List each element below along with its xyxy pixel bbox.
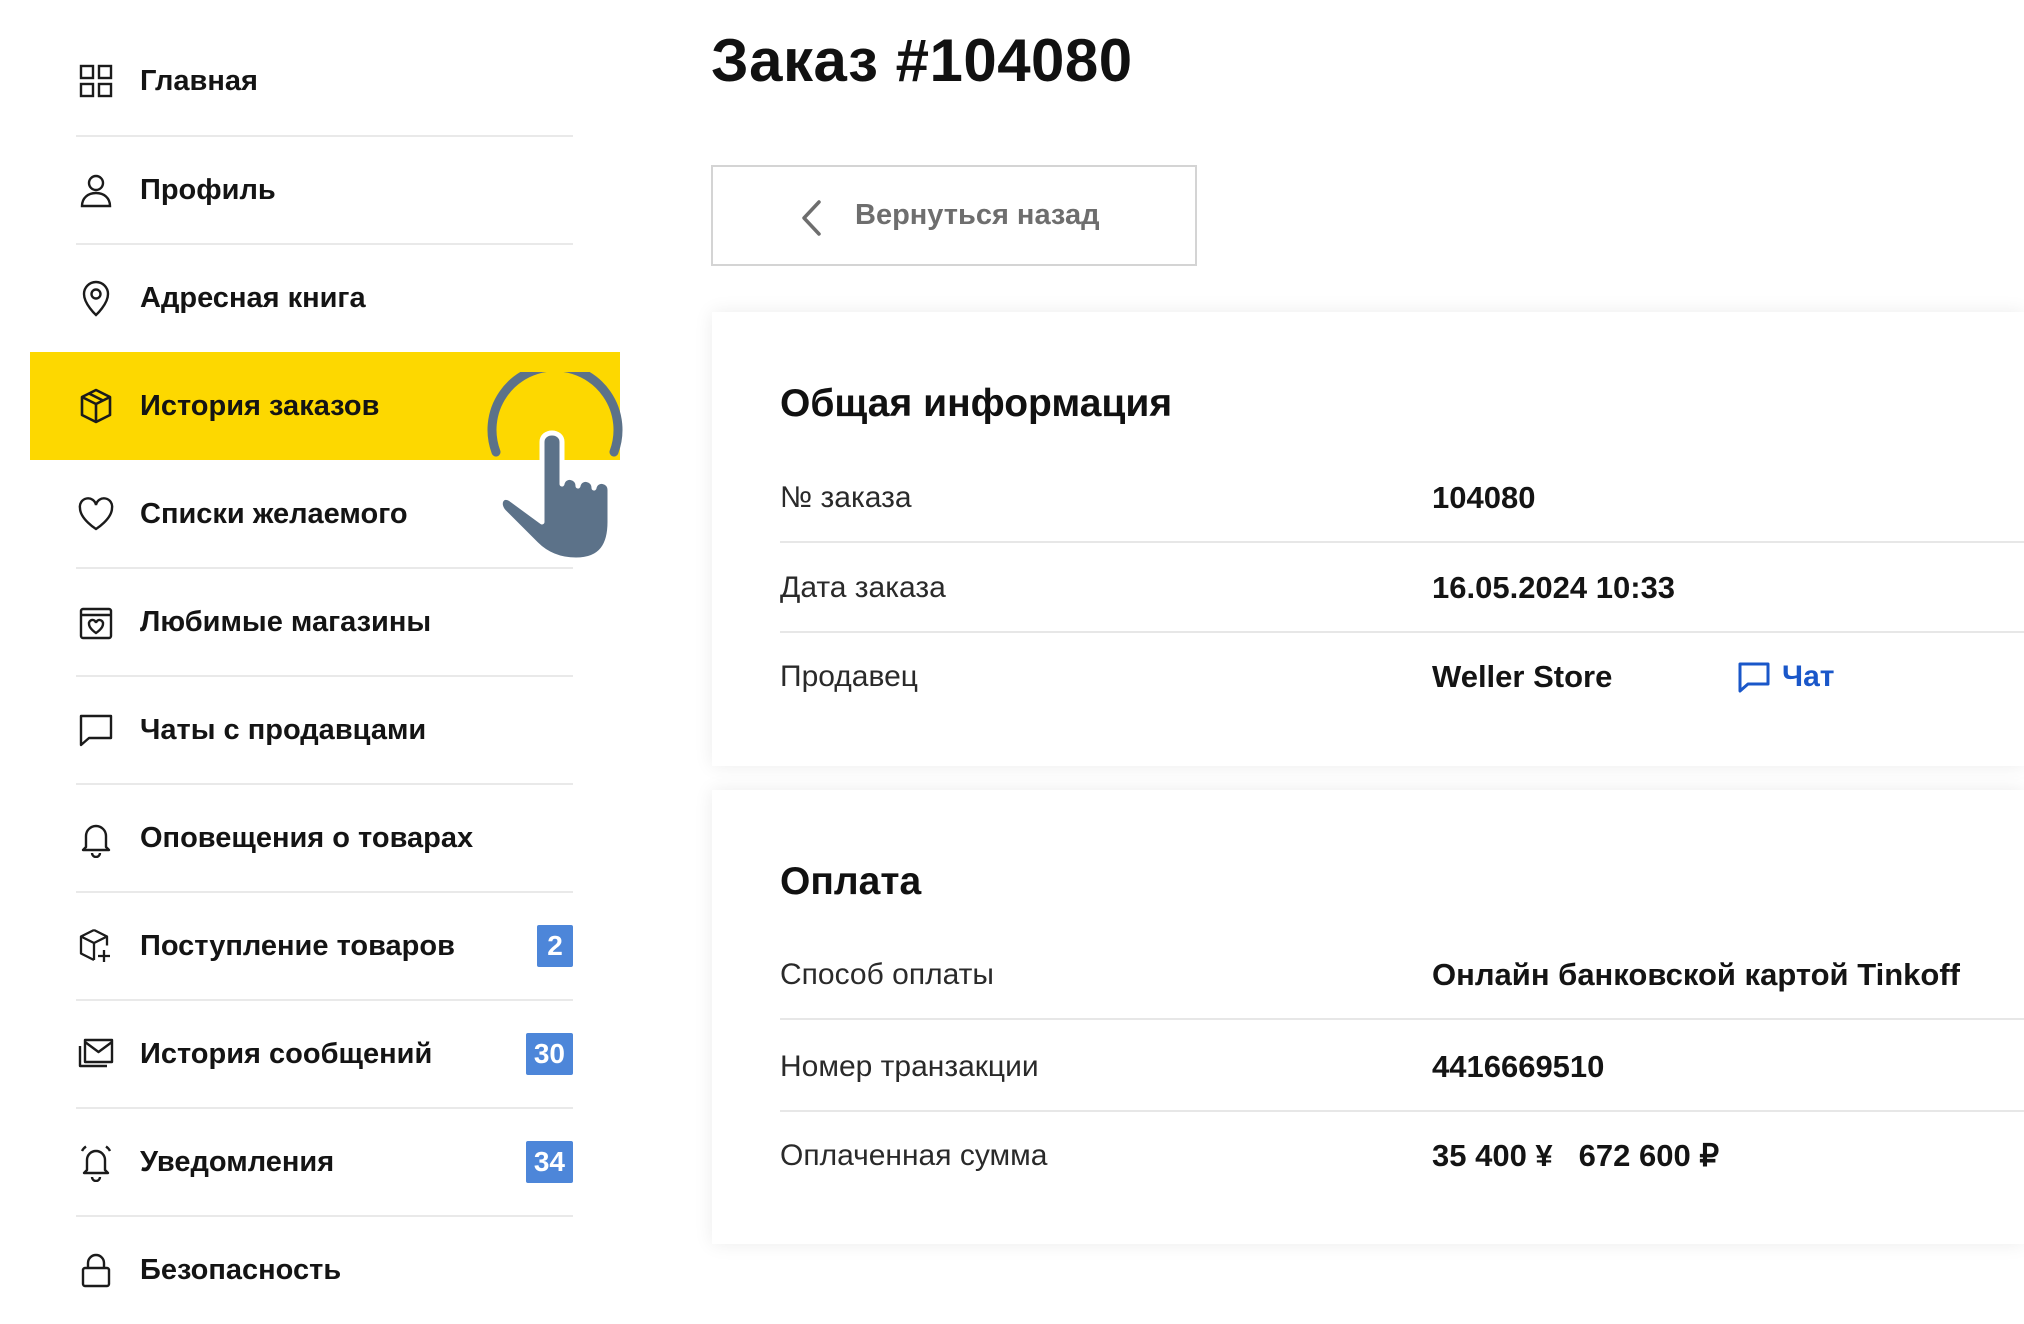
payment-card: Оплата Способ оплаты Онлайн банковской к… (712, 790, 2024, 1244)
sidebar-item-label: Уведомления (140, 1146, 335, 1178)
sidebar-item-label: История сообщений (140, 1038, 433, 1070)
paid-amount-rub: 672 600 ₽ (1578, 1138, 1720, 1173)
seller-value[interactable]: Weller Store (1432, 632, 1612, 722)
sidebar-item-label: Адресная книга (140, 282, 366, 314)
chat-link-label: Чат (1782, 660, 1835, 693)
chevron-left-icon (797, 199, 827, 237)
sidebar-item-address-book[interactable]: Адресная книга (30, 244, 620, 352)
seller-chat-link[interactable]: Чат (1736, 632, 1834, 722)
sidebar-item-security[interactable]: Безопасность (30, 1216, 620, 1324)
user-icon (76, 170, 116, 210)
order-date-label: Дата заказа (780, 571, 946, 604)
sidebar-item-home[interactable]: Главная (30, 27, 620, 135)
payment-row-transaction: Номер транзакции 4416669510 (780, 1022, 2024, 1112)
payment-row-amount: Оплаченная сумма 35 400 ¥ 672 600 ₽ (780, 1111, 2024, 1201)
grid-icon (76, 61, 116, 101)
count-badge: 2 (537, 925, 573, 967)
package-plus-icon (76, 926, 116, 966)
back-button[interactable]: Вернуться назад (711, 165, 1197, 266)
count-badge: 34 (525, 1141, 573, 1183)
bell-ring-icon (76, 1142, 116, 1182)
payment-row-method: Способ оплаты Онлайн банковской картой T… (780, 930, 2024, 1020)
sidebar-item-label: Списки желаемого (140, 498, 408, 530)
order-number-value: 104080 (1432, 480, 1536, 515)
store-heart-icon (76, 602, 116, 642)
sidebar-item-label: Оповещения о товарах (140, 822, 474, 854)
sidebar-item-notifications[interactable]: Уведомления 34 (30, 1108, 620, 1216)
box-icon (76, 386, 116, 426)
order-number-label: № заказа (780, 481, 912, 514)
general-info-title: Общая информация (780, 382, 1173, 425)
transaction-number-value: 4416669510 (1432, 1049, 1605, 1084)
payment-method-label: Способ оплаты (780, 958, 994, 991)
count-badge: 30 (525, 1033, 573, 1075)
sidebar-item-label: Главная (140, 65, 258, 97)
lock-icon (76, 1250, 116, 1290)
back-button-label: Вернуться назад (855, 199, 1100, 231)
paid-amount-value: 35 400 ¥ 672 600 ₽ (1432, 1111, 1719, 1201)
sidebar: Главная Профиль Адресная книга История з… (0, 0, 623, 1288)
divider (780, 1018, 2024, 1020)
sidebar-item-favorite-stores[interactable]: Любимые магазины (30, 568, 620, 676)
map-pin-icon (76, 278, 116, 318)
seller-label: Продавец (780, 660, 918, 693)
payment-title: Оплата (780, 860, 922, 903)
sidebar-item-message-history[interactable]: История сообщений 30 (30, 1000, 620, 1108)
page-title: Заказ #104080 (711, 27, 1133, 94)
paid-amount-label: Оплаченная сумма (780, 1139, 1048, 1172)
bell-icon (76, 818, 116, 858)
general-info-card: Общая информация № заказа 104080 Дата за… (712, 312, 2024, 766)
sidebar-item-seller-chats[interactable]: Чаты с продавцами (30, 676, 620, 784)
heart-icon (76, 494, 116, 534)
chat-icon (1738, 662, 1770, 693)
chat-icon (76, 710, 116, 750)
sidebar-item-profile[interactable]: Профиль (30, 136, 620, 244)
info-row-order-date: Дата заказа 16.05.2024 10:33 (780, 543, 2024, 633)
sidebar-item-label: Любимые магазины (140, 606, 432, 638)
order-date-value: 16.05.2024 10:33 (1432, 570, 1676, 605)
mail-history-icon (76, 1034, 116, 1074)
sidebar-item-label: Безопасность (140, 1254, 342, 1286)
sidebar-item-label: Чаты с продавцами (140, 714, 427, 746)
info-row-seller: Продавец Weller Store Чат (780, 632, 2024, 722)
sidebar-item-product-alerts[interactable]: Оповещения о товарах (30, 784, 620, 892)
info-row-order-number: № заказа 104080 (780, 453, 2024, 543)
sidebar-item-label: Поступление товаров (140, 930, 455, 962)
sidebar-item-label: Профиль (140, 174, 276, 206)
sidebar-item-product-arrivals[interactable]: Поступление товаров 2 (30, 892, 620, 1000)
payment-method-value: Онлайн банковской картой Tinkoff (1432, 957, 1960, 992)
transaction-number-label: Номер транзакции (780, 1050, 1039, 1083)
tap-hand-icon (478, 362, 628, 563)
paid-amount-cny: 35 400 ¥ (1432, 1138, 1553, 1173)
sidebar-item-label: История заказов (140, 390, 380, 422)
